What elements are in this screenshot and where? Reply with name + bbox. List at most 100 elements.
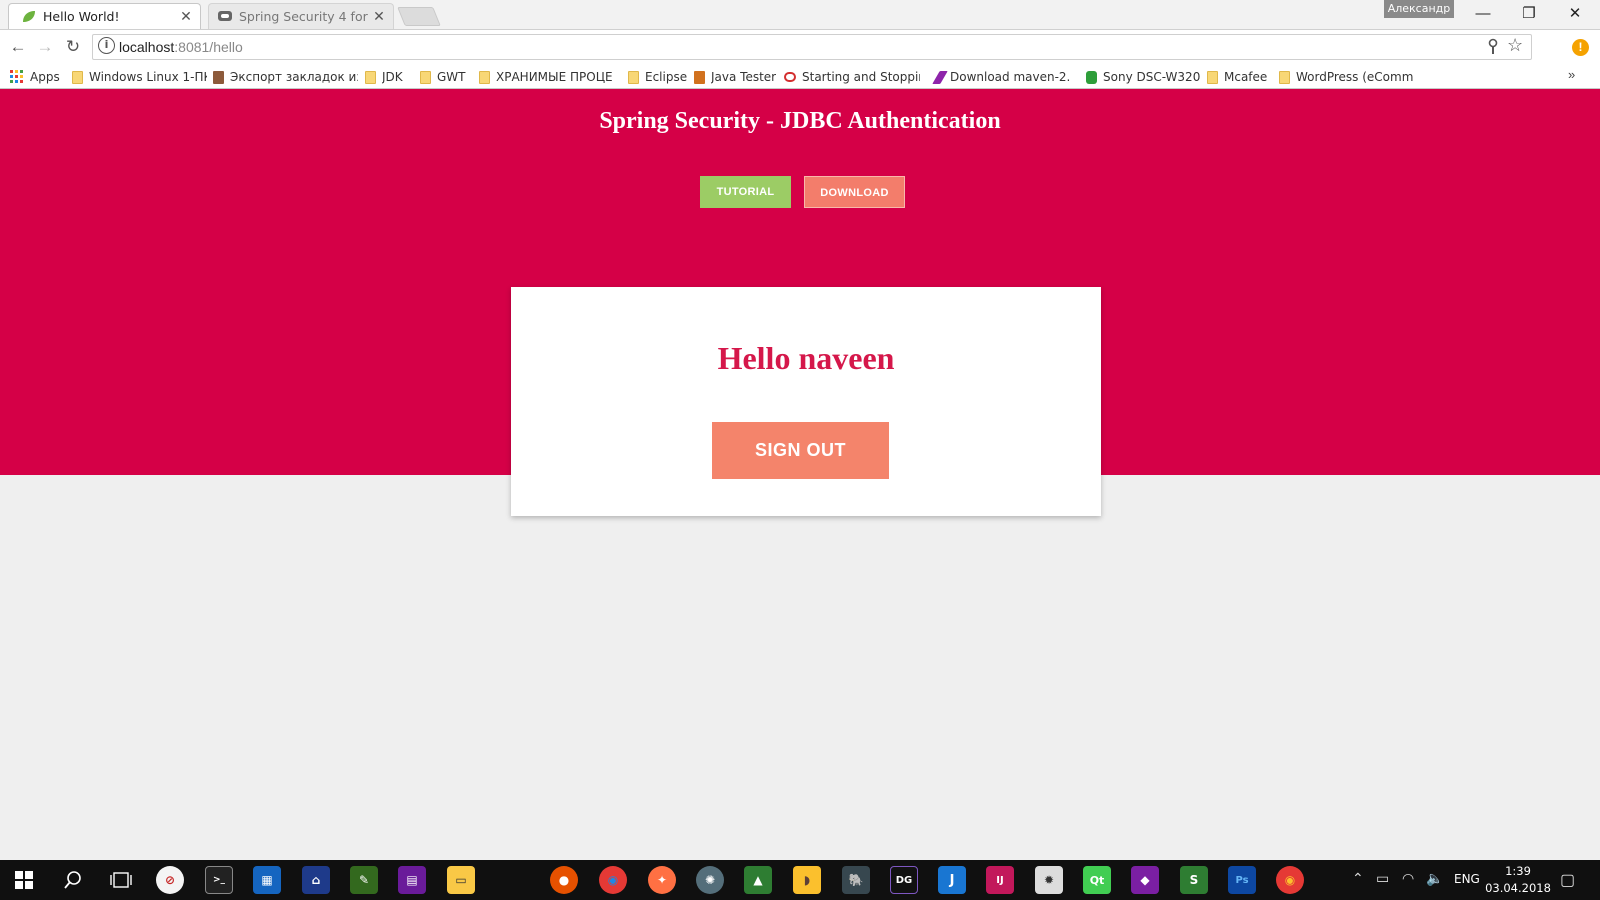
app-icon[interactable]: ⊘	[156, 866, 184, 894]
bookmark-jdk[interactable]: JDK	[365, 68, 403, 86]
language-indicator[interactable]: ENG	[1454, 872, 1480, 886]
info-icon[interactable]: i	[98, 37, 115, 54]
clock[interactable]: 1:39 03.04.2018	[1480, 863, 1556, 897]
tab-close-icon[interactable]: ✕	[178, 9, 194, 25]
task-view-icon[interactable]	[110, 871, 132, 889]
grid-app-icon[interactable]: ▦	[253, 866, 281, 894]
spring-tool-icon[interactable]: ▲	[744, 866, 772, 894]
battery-icon[interactable]: ▭	[1376, 870, 1389, 887]
green-s-icon	[1086, 70, 1097, 84]
folder-icon	[1207, 70, 1218, 84]
tab-title: Hello World!	[43, 9, 120, 24]
folder-icon	[365, 70, 376, 84]
tab-close-icon[interactable]: ✕	[371, 9, 387, 25]
bookmarks-overflow-icon[interactable]: »	[1568, 67, 1575, 82]
bookmark-windows-linux[interactable]: Windows Linux 1-ПК	[72, 68, 207, 86]
books-icon	[213, 70, 224, 84]
bookmark-label: Java Tester	[711, 70, 777, 84]
app-icon[interactable]: ✦	[648, 866, 676, 894]
app-icon[interactable]: ✹	[1035, 866, 1063, 894]
firefox-icon[interactable]: ●	[550, 866, 578, 894]
address-bar[interactable]	[92, 34, 1532, 60]
bookmark-java-tester[interactable]: Java Tester	[694, 68, 776, 86]
download-button[interactable]: DOWNLOAD	[804, 176, 905, 208]
chrome-icon[interactable]: ◉	[599, 866, 627, 894]
search-icon[interactable]	[63, 870, 83, 890]
minimize-button[interactable]: —	[1460, 0, 1506, 27]
reload-icon[interactable]: ↻	[59, 33, 87, 61]
tray-overflow-icon[interactable]: ⌃	[1352, 870, 1364, 887]
bookmark-label: Download maven-2.2	[950, 70, 1070, 84]
folder-icon	[72, 70, 83, 84]
java-icon	[694, 70, 705, 84]
volume-icon[interactable]: 🔈	[1426, 870, 1443, 887]
bookmark-label: Sony DSC-W320	[1103, 70, 1201, 84]
close-window-button[interactable]: ✕	[1552, 0, 1598, 27]
intellij-icon[interactable]: IJ	[986, 866, 1014, 894]
bookmark-label: ХРАНИМЫЕ ПРОЦЕД	[496, 70, 613, 84]
bookmark-label: Mcafee	[1224, 70, 1268, 84]
tab-hello-world[interactable]: Hello World! ✕	[8, 3, 201, 29]
bookmark-eclipse[interactable]: Eclipse	[628, 68, 687, 86]
archive-icon[interactable]: ▤	[398, 866, 426, 894]
spring-leaf-icon	[23, 10, 35, 22]
bookmark-export[interactable]: Экспорт закладок из	[213, 68, 358, 86]
url-path: :8081/hello	[174, 39, 243, 55]
wifi-icon[interactable]: ◠	[1402, 870, 1414, 887]
jira-icon[interactable]: J	[938, 866, 966, 894]
apps-grid-icon	[10, 70, 23, 83]
app-icon[interactable]: S	[1180, 866, 1208, 894]
qt-icon[interactable]: Qt	[1083, 866, 1111, 894]
terminal-icon[interactable]: >_	[205, 866, 233, 894]
tab-spring-security[interactable]: Spring Security 4 for Spr ✕	[208, 3, 394, 29]
bookmark-mcafee[interactable]: Mcafee	[1207, 68, 1267, 86]
folder-icon	[479, 70, 490, 84]
bookmark-label: Starting and Stopping	[802, 70, 920, 84]
bookmark-star-icon[interactable]: ☆	[1507, 35, 1523, 56]
forward-icon[interactable]: →	[31, 33, 59, 61]
app-icon[interactable]: ✺	[696, 866, 724, 894]
tab-title: Spring Security 4 for Spr	[239, 9, 371, 24]
page-title: Spring Security - JDBC Authentication	[599, 108, 1001, 134]
profile-badge[interactable]: Александр	[1384, 0, 1454, 18]
update-alert-icon[interactable]: !	[1572, 39, 1589, 56]
chrome-active-icon[interactable]: ◉	[1276, 866, 1304, 894]
postgres-icon[interactable]: 🐘	[842, 866, 870, 894]
bookmark-label: Eclipse	[645, 70, 688, 84]
bookmark-apps[interactable]: Apps	[10, 68, 60, 86]
oracle-icon	[784, 72, 796, 82]
tools-app-icon[interactable]: ✎	[350, 866, 378, 894]
bookmark-wordpress[interactable]: WordPress (eCommer	[1279, 68, 1414, 86]
bookmark-sony[interactable]: Sony DSC-W320	[1086, 68, 1200, 86]
tutorial-button[interactable]: TUTORIAL	[700, 176, 791, 208]
visual-studio-icon[interactable]: ◆	[1131, 866, 1159, 894]
windows-start-icon[interactable]	[15, 871, 33, 889]
new-tab-button[interactable]	[397, 7, 441, 26]
notifications-icon[interactable]: ▢	[1560, 870, 1575, 890]
bookmark-label: WordPress (eCommer	[1296, 70, 1414, 84]
bookmark-gwt[interactable]: GWT	[420, 68, 466, 86]
url-host: localhost	[119, 39, 175, 55]
folder-icon	[1279, 70, 1290, 84]
app-icon[interactable]: ◗	[793, 866, 821, 894]
bookmark-label: GWT	[437, 70, 466, 84]
file-explorer-icon[interactable]: ▭	[447, 866, 475, 894]
bookmark-label: JDK	[382, 70, 403, 84]
clock-time: 1:39	[1505, 864, 1531, 878]
bookmark-label: Windows Linux 1-ПК	[89, 70, 207, 84]
datagrip-icon[interactable]: DG	[890, 866, 918, 894]
chat-bubble-icon	[218, 10, 232, 21]
bookmark-maven[interactable]: Download maven-2.2	[932, 68, 1070, 86]
back-icon[interactable]: ←	[4, 33, 32, 61]
bookmark-starting-stopping[interactable]: Starting and Stopping	[784, 68, 920, 86]
url-text[interactable]: localhost:8081/hello	[119, 38, 243, 56]
sign-out-button[interactable]: SIGN OUT	[712, 422, 889, 479]
clock-date: 03.04.2018	[1485, 881, 1551, 895]
bookmark-label: Apps	[30, 70, 60, 84]
bookmark-stored-procs[interactable]: ХРАНИМЫЕ ПРОЦЕД	[479, 68, 613, 86]
photoshop-icon[interactable]: Ps	[1228, 866, 1256, 894]
greeting-card	[511, 287, 1101, 516]
network-app-icon[interactable]: ⌂	[302, 866, 330, 894]
restore-button[interactable]: ❐	[1506, 0, 1552, 27]
key-icon[interactable]	[1486, 38, 1500, 56]
